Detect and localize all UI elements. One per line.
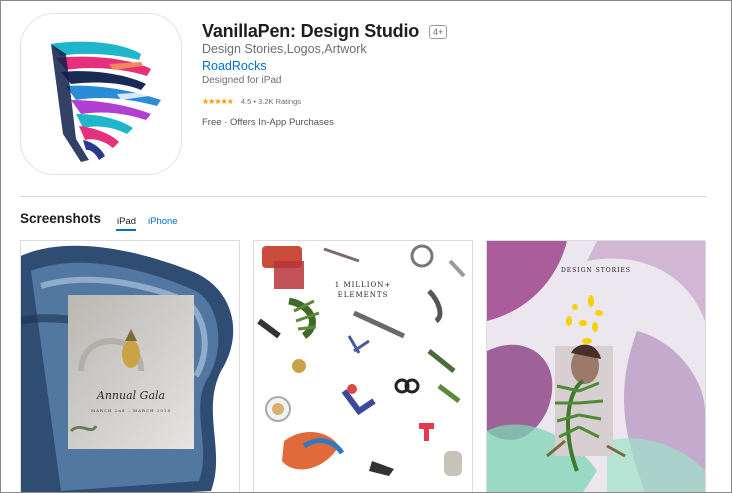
screenshot-3[interactable]: DESIGN STORIES xyxy=(486,240,706,492)
rating-text: 4.5 • 3.2K Ratings xyxy=(240,97,302,106)
screenshot-1-caption: Annual Gala xyxy=(96,389,166,402)
screenshots-heading: Screenshots xyxy=(20,211,102,226)
design-stories-artwork xyxy=(487,241,705,492)
screenshot-2[interactable]: 1 MILLION+ ELEMENTS xyxy=(253,240,473,492)
divider xyxy=(20,196,706,197)
app-subtitle: Design Stories,Logos,Artwork xyxy=(202,42,367,56)
star-rating-icon: ★★★★★ xyxy=(202,97,234,106)
tab-iphone[interactable]: iPhone xyxy=(148,216,178,227)
app-icon[interactable] xyxy=(20,13,182,175)
tab-ipad[interactable]: iPad xyxy=(117,216,136,227)
elements-collage-artwork xyxy=(257,244,466,476)
brush-stroke-artwork xyxy=(21,245,234,492)
price-label: Free · Offers In-App Purchases xyxy=(202,117,334,128)
screenshot-1-date: MARCH 2nd – MARCH 2018 xyxy=(90,408,172,413)
screenshot-1[interactable]: Annual Gala MARCH 2nd – MARCH 2018 xyxy=(20,240,240,492)
screenshot-2-caption-line2: ELEMENTS xyxy=(337,291,389,299)
screenshot-3-caption: DESIGN STORIES xyxy=(560,267,632,274)
paint-stroke-logo-icon xyxy=(51,41,161,162)
rating-row: ★★★★★ 4.5 • 3.2K Ratings xyxy=(202,97,301,106)
screenshot-2-caption-line1: 1 MILLION+ xyxy=(334,281,392,289)
app-title: VanillaPen: Design Studio xyxy=(202,21,420,41)
developer-link[interactable]: RoadRocks xyxy=(202,59,267,73)
title-row: VanillaPen: Design Studio 4+ xyxy=(202,21,448,42)
designed-for-label: Designed for iPad xyxy=(202,75,282,86)
active-tab-indicator xyxy=(116,229,136,231)
age-rating-badge: 4+ xyxy=(429,24,448,39)
app-store-page: VanillaPen: Design Studio 4+ Design Stor… xyxy=(0,0,732,493)
